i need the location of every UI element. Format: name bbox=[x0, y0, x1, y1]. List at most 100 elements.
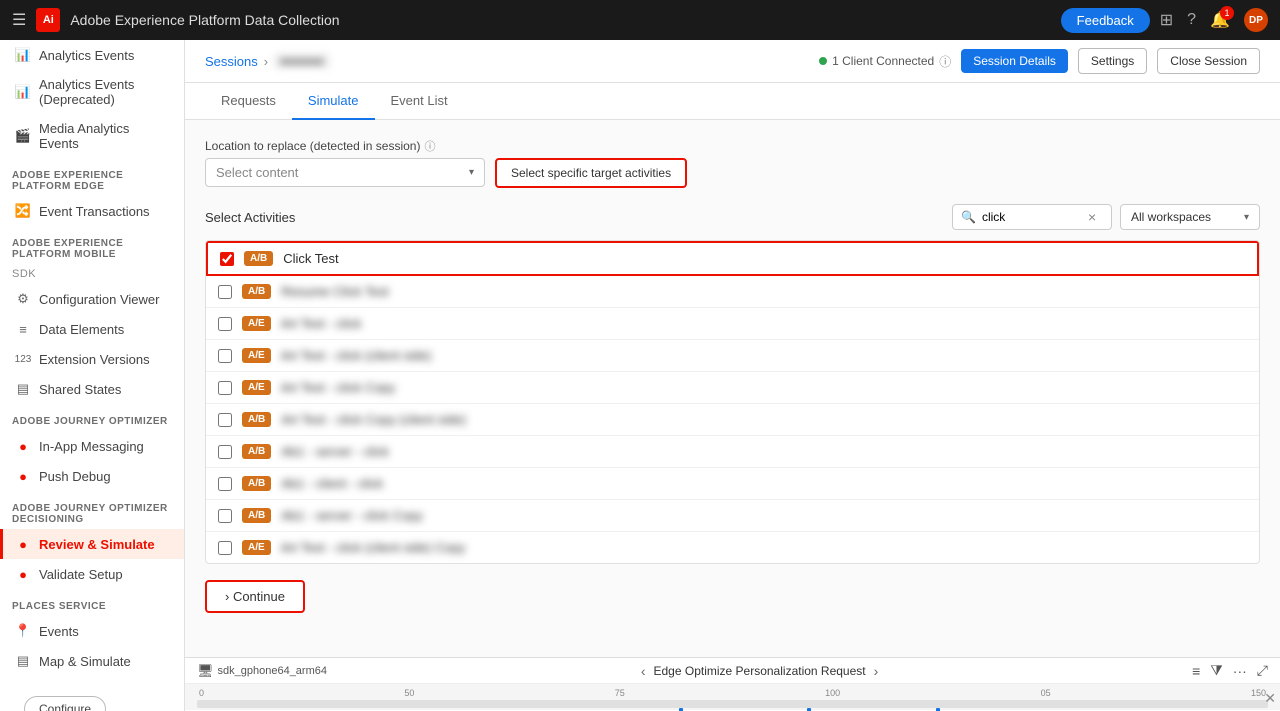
event-transactions-icon: 🔀 bbox=[15, 203, 31, 219]
timeline-track[interactable] bbox=[197, 700, 1268, 708]
event-prev-arrow[interactable]: ‹ bbox=[641, 663, 646, 679]
sidebar-item-events[interactable]: 📍 Events bbox=[0, 616, 184, 646]
sidebar-item-analytics-events-deprecated[interactable]: 📊 Analytics Events (Deprecated) bbox=[0, 70, 184, 114]
activity-badge-0: A/B bbox=[244, 251, 273, 266]
tab-event-list[interactable]: Event List bbox=[375, 83, 464, 120]
event-next-arrow[interactable]: › bbox=[874, 663, 879, 679]
activity-checkbox-1[interactable] bbox=[218, 285, 232, 299]
table-row: A/E Art Test - click bbox=[206, 308, 1259, 340]
search-clear-icon[interactable]: × bbox=[1088, 209, 1096, 225]
sidebar-item-analytics-events[interactable]: 📊 Analytics Events bbox=[0, 40, 184, 70]
activity-checkbox-3[interactable] bbox=[218, 349, 232, 363]
activity-checkbox-0[interactable] bbox=[220, 252, 234, 266]
activity-checkbox-7[interactable] bbox=[218, 477, 232, 491]
configure-button[interactable]: Configure bbox=[24, 696, 106, 711]
top-navigation: ☰ Ai Adobe Experience Platform Data Coll… bbox=[0, 0, 1280, 40]
events-icon: 📍 bbox=[15, 623, 31, 639]
activity-list: A/B Click Test A/B Resume Click Test A/E… bbox=[205, 240, 1260, 564]
bottom-bar: 🖥 sdk_gphone64_arm64 ‹ Edge Optimize Per… bbox=[185, 657, 1280, 711]
activity-name-5: Art Test - click Copy (client side) bbox=[281, 412, 466, 427]
tabs-bar: Requests Simulate Event List bbox=[185, 83, 1280, 120]
tab-requests[interactable]: Requests bbox=[205, 83, 292, 120]
timeline-area: 0 50 75 100 05 150 ✕ bbox=[185, 684, 1280, 710]
section-label-ajo: ADOBE JOURNEY OPTIMIZER bbox=[0, 404, 184, 431]
close-timeline-icon[interactable]: ✕ bbox=[1264, 690, 1276, 707]
session-header: Sessions › ●●●●●● 1 Client Connected ⓘ S… bbox=[185, 40, 1280, 83]
table-row: A/B Resume Click Test bbox=[206, 276, 1259, 308]
sidebar-item-event-transactions[interactable]: 🔀 Event Transactions bbox=[0, 196, 184, 226]
settings-button[interactable]: Settings bbox=[1078, 48, 1147, 74]
extension-versions-icon: 123 bbox=[15, 351, 31, 367]
info-icon[interactable]: ⓘ bbox=[939, 53, 951, 70]
location-select-dropdown[interactable]: Select content ▾ bbox=[205, 158, 485, 187]
help-icon[interactable]: ? bbox=[1187, 11, 1196, 29]
avatar[interactable]: DP bbox=[1244, 8, 1268, 32]
table-row: A/B Ab1 - client - click bbox=[206, 468, 1259, 500]
sidebar-item-push-debug[interactable]: ● Push Debug bbox=[0, 461, 184, 491]
activity-name-8: Ab1 - server - click Copy bbox=[281, 508, 423, 523]
list-icon[interactable]: ≡ bbox=[1192, 663, 1200, 679]
breadcrumb-sessions-link[interactable]: Sessions bbox=[205, 54, 258, 69]
continue-button[interactable]: › Continue bbox=[205, 580, 305, 613]
location-info-icon[interactable]: ⓘ bbox=[424, 138, 435, 154]
workspace-dropdown[interactable]: All workspaces ▾ bbox=[1120, 204, 1260, 230]
activity-checkbox-8[interactable] bbox=[218, 509, 232, 523]
section-label-edge: ADOBE EXPERIENCE PLATFORM EDGE bbox=[0, 158, 184, 196]
simulate-content: Location to replace (detected in session… bbox=[185, 120, 1280, 657]
table-row: A/E Art Test - click (client side) bbox=[206, 340, 1259, 372]
grid-icon[interactable]: ⊞ bbox=[1160, 10, 1173, 30]
more-icon[interactable]: ··· bbox=[1233, 663, 1247, 679]
activity-checkbox-4[interactable] bbox=[218, 381, 232, 395]
sidebar-item-shared-states[interactable]: ▤ Shared States bbox=[0, 374, 184, 404]
search-box[interactable]: 🔍 × bbox=[952, 204, 1112, 230]
activity-name-2: Art Test - click bbox=[281, 316, 362, 331]
sidebar-item-in-app-messaging[interactable]: ● In-App Messaging bbox=[0, 431, 184, 461]
filter-icon[interactable]: ⧩ bbox=[1210, 662, 1223, 679]
activity-badge-6: A/B bbox=[242, 444, 271, 459]
activity-badge-8: A/B bbox=[242, 508, 271, 523]
activity-checkbox-6[interactable] bbox=[218, 445, 232, 459]
review-simulate-icon: ● bbox=[15, 536, 31, 552]
sidebar-item-extension-versions[interactable]: 123 Extension Versions bbox=[0, 344, 184, 374]
sidebar-item-media-analytics[interactable]: 🎬 Media Analytics Events bbox=[0, 114, 184, 158]
bottom-icons: ≡ ⧩ ··· ⤢ bbox=[1192, 662, 1268, 679]
sidebar-item-review-simulate[interactable]: ● Review & Simulate bbox=[0, 529, 184, 559]
activity-checkbox-9[interactable] bbox=[218, 541, 232, 555]
sidebar-item-data-elements[interactable]: ≡ Data Elements bbox=[0, 314, 184, 344]
data-elements-icon: ≡ bbox=[15, 321, 31, 337]
notification-icon[interactable]: 🔔 1 bbox=[1210, 10, 1230, 30]
table-row: A/B Art Test - click Copy (client side) bbox=[206, 404, 1259, 436]
hamburger-icon[interactable]: ☰ bbox=[12, 10, 26, 30]
connected-indicator bbox=[819, 57, 827, 65]
media-analytics-icon: 🎬 bbox=[15, 128, 31, 144]
workspace-chevron-icon: ▾ bbox=[1244, 212, 1249, 223]
timeline-markers: 0 50 75 100 05 150 bbox=[197, 688, 1268, 698]
section-label-ajo-decisioning: ADOBE JOURNEY OPTIMIZER DECISIONING bbox=[0, 491, 184, 529]
session-actions: 1 Client Connected ⓘ Session Details Set… bbox=[819, 48, 1260, 74]
sidebar-item-map-simulate[interactable]: ▤ Map & Simulate bbox=[0, 646, 184, 676]
tab-simulate[interactable]: Simulate bbox=[292, 83, 375, 120]
main-content: Sessions › ●●●●●● 1 Client Connected ⓘ S… bbox=[185, 40, 1280, 711]
search-filter: 🔍 × All workspaces ▾ bbox=[952, 204, 1260, 230]
session-details-button[interactable]: Session Details bbox=[961, 49, 1068, 73]
location-row: Location to replace (detected in session… bbox=[205, 136, 1260, 188]
bottom-bar-top: 🖥 sdk_gphone64_arm64 ‹ Edge Optimize Per… bbox=[185, 658, 1280, 684]
expand-icon[interactable]: ⤢ bbox=[1257, 662, 1268, 679]
activity-name-7: Ab1 - client - click bbox=[281, 476, 383, 491]
event-navigation: ‹ Edge Optimize Personalization Request … bbox=[641, 663, 878, 679]
config-viewer-icon: ⚙ bbox=[15, 291, 31, 307]
table-row: A/B Ab1 - server - click bbox=[206, 436, 1259, 468]
close-session-button[interactable]: Close Session bbox=[1157, 48, 1260, 74]
activity-badge-5: A/B bbox=[242, 412, 271, 427]
activity-checkbox-5[interactable] bbox=[218, 413, 232, 427]
activity-checkbox-2[interactable] bbox=[218, 317, 232, 331]
feedback-button[interactable]: Feedback bbox=[1061, 8, 1150, 33]
location-label: Location to replace (detected in session… bbox=[205, 138, 485, 154]
analytics-deprecated-icon: 📊 bbox=[15, 84, 31, 100]
section-label-mobile: ADOBE EXPERIENCE PLATFORM MOBILE bbox=[0, 226, 184, 264]
sidebar-item-validate-setup[interactable]: ● Validate Setup bbox=[0, 559, 184, 589]
sidebar-item-configuration-viewer[interactable]: ⚙ Configuration Viewer bbox=[0, 284, 184, 314]
search-input[interactable] bbox=[982, 210, 1082, 224]
target-activities-button[interactable]: Select specific target activities bbox=[495, 158, 687, 188]
sdk-label: SDK bbox=[0, 264, 184, 284]
